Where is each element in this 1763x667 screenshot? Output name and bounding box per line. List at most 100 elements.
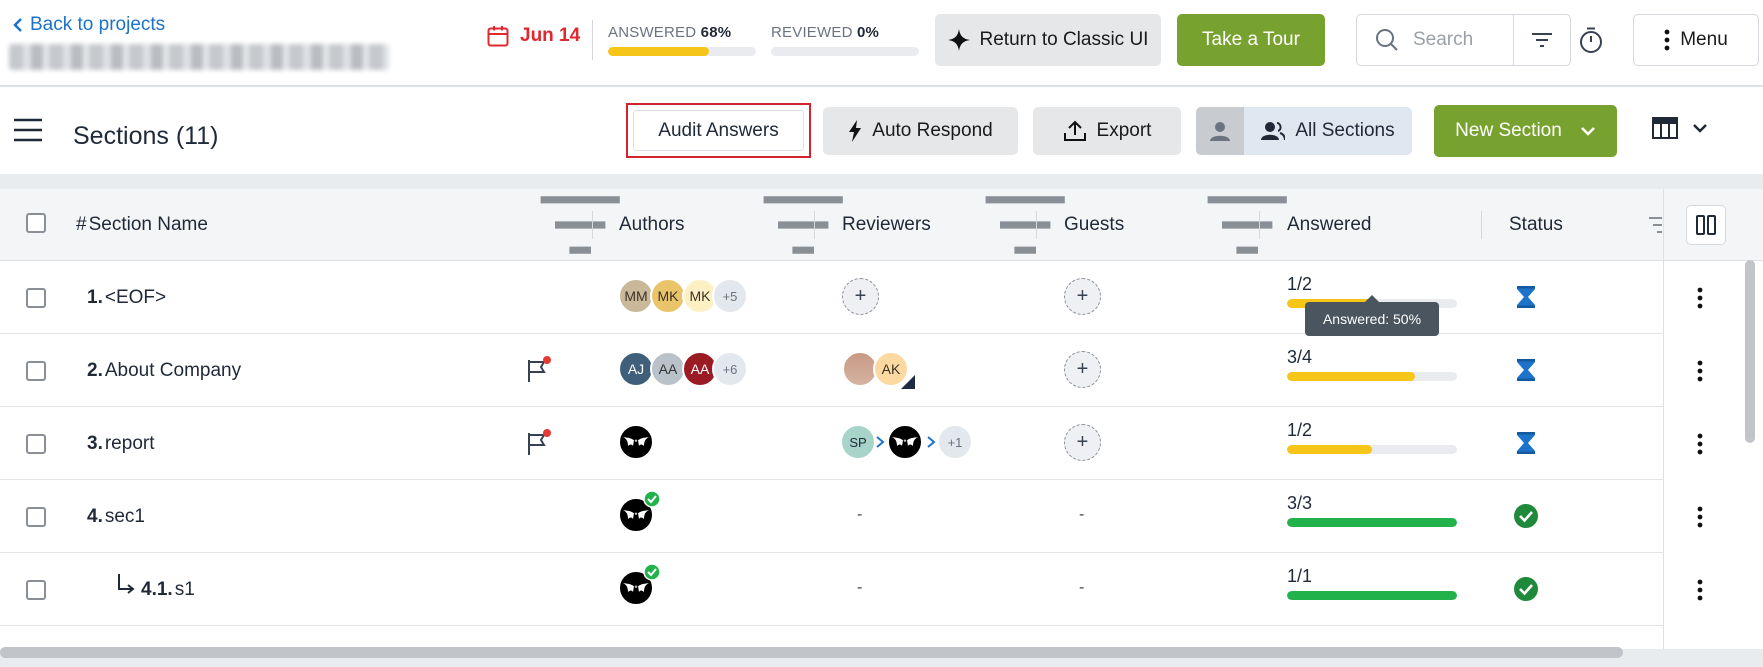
filter-icon[interactable] [1204,189,1290,261]
due-date[interactable]: Jun 14 [486,24,580,48]
flag-icon[interactable] [526,429,552,457]
audit-answers-button[interactable]: Audit Answers [626,103,811,158]
answered-count: 3/3 [1287,493,1313,513]
export-button[interactable]: Export [1033,107,1181,155]
column-answered[interactable]: Answered [1287,189,1372,261]
answered-progress-fill [1287,445,1372,454]
filter-button[interactable] [1514,15,1570,65]
column-toggle-button[interactable] [1686,205,1726,245]
column-section-name[interactable]: # Section Name [76,189,208,261]
bat-avatar-icon[interactable] [618,424,654,460]
menu-button[interactable]: Menu [1633,14,1759,66]
column-divider [1036,211,1037,239]
table-row[interactable]: 4. sec1 - - 3/3 [0,480,1663,553]
no-guests: - [1079,579,1085,596]
bat-avatar-icon[interactable] [887,424,923,460]
search-input[interactable]: Search [1357,15,1514,65]
subsection-arrow-icon [118,574,135,594]
sections-table: # Section Name Authors Reviewers Guests A… [0,189,1763,649]
sections-toolbar: Sections (11) Audit Answers Auto Respond… [0,87,1763,174]
row-actions-button[interactable] [1696,334,1704,407]
column-status[interactable]: Status [1509,189,1563,261]
table-row[interactable]: 3. report SP +1 + 1/2 [0,407,1663,480]
row-actions-button[interactable] [1696,480,1704,553]
chevron-right-icon [876,436,885,448]
column-divider [1663,189,1664,649]
answered-progress-fill [1287,591,1457,600]
new-section-button[interactable]: New Section [1434,105,1617,157]
avatar[interactable]: AJ [618,351,654,387]
row-actions-button[interactable] [1696,261,1704,334]
answered-progress-bar [1287,518,1457,527]
all-sections-filter[interactable]: All Sections [1196,107,1412,155]
person-icon [1210,122,1230,141]
check-badge-icon [643,563,661,581]
answered-progress-fill [1287,518,1457,527]
horizontal-scrollbar[interactable] [0,647,1623,658]
filter-icon[interactable] [1648,189,1662,261]
row-checkbox[interactable] [26,361,46,381]
flag-icon[interactable] [526,356,552,384]
take-a-tour-button[interactable]: Take a Tour [1177,14,1325,66]
check-circle-icon [1514,577,1538,601]
column-reviewers[interactable]: Reviewers [842,189,931,261]
vertical-scrollbar[interactable] [1745,260,1755,443]
answered-progress: ANSWERED 68% [608,24,756,56]
add-reviewer-button[interactable]: + [842,278,879,315]
due-date-text: Jun 14 [520,25,581,46]
avatar[interactable]: MM [618,278,654,314]
row-checkbox[interactable] [26,507,46,527]
hourglass-icon [1517,432,1535,454]
section-name[interactable]: 3. report [87,433,155,455]
hamburger-menu-icon[interactable] [14,118,42,142]
answered-progress-fill [608,47,709,56]
reviewed-progress: REVIEWED 0% [771,24,919,56]
answered-progress-fill [1287,372,1415,381]
avatar[interactable]: MK [650,278,686,314]
filter-icon[interactable] [760,189,846,261]
answered-count: 1/2 [1287,420,1313,440]
chevron-down-icon [1693,124,1707,133]
add-guest-button[interactable]: + [1064,424,1101,461]
divider [592,20,593,60]
filter-icon[interactable] [537,189,623,261]
avatar-more-count[interactable]: +6 [712,351,748,387]
user-avatar-placeholder[interactable] [1196,107,1244,155]
back-to-projects-link[interactable]: Back to projects [12,14,165,36]
avatar-more-count[interactable]: +5 [712,278,748,314]
all-sections-button[interactable]: All Sections [1244,107,1412,155]
column-guests[interactable]: Guests [1064,189,1124,261]
view-layout-toggle[interactable] [1652,117,1708,139]
select-all-checkbox[interactable] [26,213,46,233]
row-actions-button[interactable] [1696,553,1704,626]
row-checkbox[interactable] [26,580,46,600]
section-name[interactable]: 1. <EOF> [87,287,166,309]
back-label: Back to projects [30,14,166,35]
return-classic-ui-button[interactable]: Return to Classic UI [935,14,1161,66]
filter-icon[interactable] [982,189,1068,261]
avatar[interactable]: AA [650,351,686,387]
answered-tooltip: Answered: 50% [1305,295,1439,336]
column-divider [814,211,815,239]
table-layout-icon [1652,117,1678,139]
section-name[interactable]: 2. About Company [87,360,241,382]
kebab-icon [1697,433,1703,454]
table-row[interactable]: 2. About Company AJ AA AA +6 AK + 3/4 [0,334,1663,407]
section-name[interactable]: 4.1. s1 [141,579,195,601]
table-row[interactable]: 4.1. s1 - - 1/1 [0,553,1663,626]
answered-progress-bar [1287,372,1457,381]
row-actions-button[interactable] [1696,407,1704,480]
column-authors[interactable]: Authors [619,189,684,261]
search-group: Search [1356,14,1571,66]
kebab-icon [1697,360,1703,381]
page-title: Sections (11) [73,122,219,150]
add-guest-button[interactable]: + [1064,278,1101,315]
section-name[interactable]: 4. sec1 [87,506,145,528]
row-checkbox[interactable] [26,434,46,454]
add-guest-button[interactable]: + [1064,351,1101,388]
row-checkbox[interactable] [26,288,46,308]
timer-icon[interactable] [1578,26,1604,54]
auto-respond-button[interactable]: Auto Respond [823,107,1018,155]
avatar[interactable]: SP [840,424,876,460]
avatar-more-count[interactable]: +1 [937,424,973,460]
